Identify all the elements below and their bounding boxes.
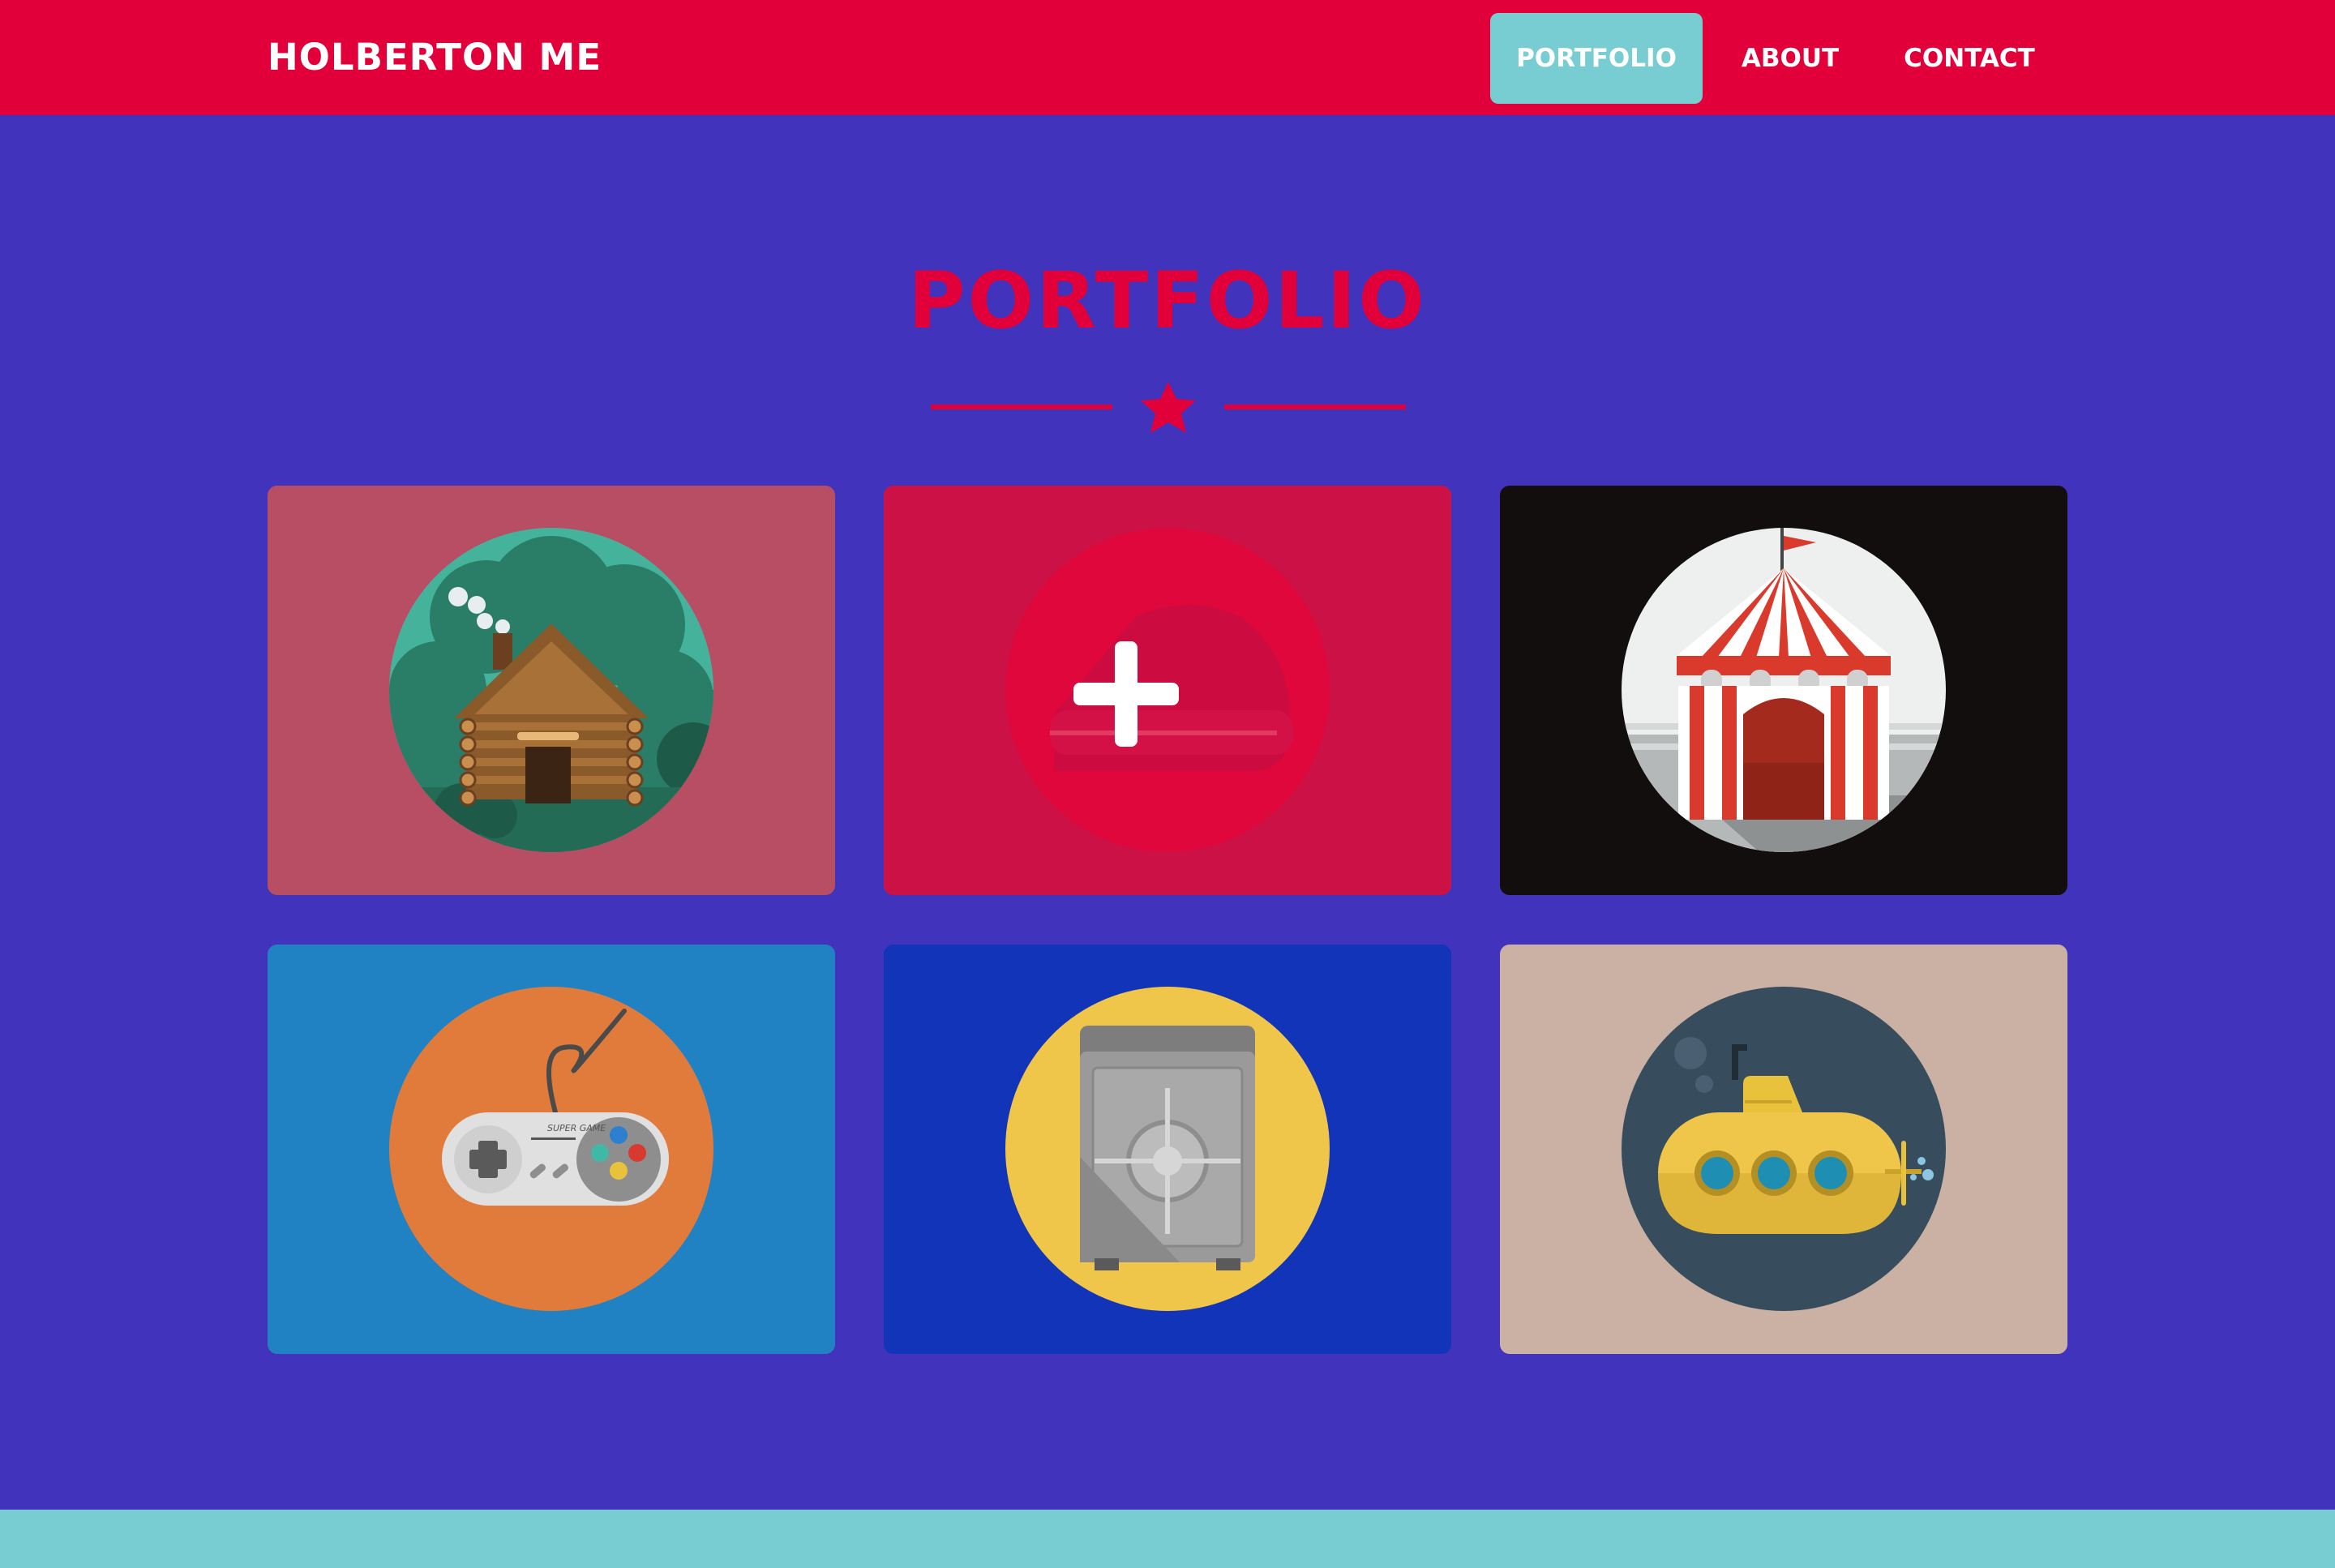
portfolio-item-safe[interactable] <box>884 945 1451 1354</box>
footer <box>0 1510 2335 1568</box>
navbar: HOLBERTON ME PORTFOLIO ABOUT CONTACT <box>0 0 2335 115</box>
brand-logo[interactable]: HOLBERTON ME <box>268 36 602 79</box>
section-title: PORTFOLIO <box>908 255 1427 346</box>
divider-line-left <box>931 405 1112 409</box>
title-divider <box>931 382 1406 433</box>
portfolio-item-cabin[interactable] <box>268 486 835 895</box>
game-controller-icon: SUPER GAME <box>389 987 713 1311</box>
log-cabin-icon <box>389 528 713 852</box>
star-icon <box>1141 382 1196 433</box>
submarine-icon <box>1622 987 1946 1311</box>
portfolio-item-submarine[interactable] <box>1500 945 2067 1354</box>
divider-line-right <box>1224 405 1406 409</box>
controller-label: SUPER GAME <box>547 1123 606 1133</box>
portfolio-item-cake[interactable] <box>884 486 1451 895</box>
portfolio-item-game[interactable]: SUPER GAME <box>268 945 835 1354</box>
plus-icon <box>1005 528 1330 852</box>
nav-about[interactable]: ABOUT <box>1725 13 1855 104</box>
safe-icon <box>1005 987 1330 1311</box>
nav-portfolio[interactable]: PORTFOLIO <box>1490 13 1703 104</box>
nav-contact[interactable]: CONTACT <box>1886 13 2053 104</box>
circus-tent-icon <box>1622 528 1946 852</box>
portfolio-item-circus[interactable] <box>1500 486 2067 895</box>
